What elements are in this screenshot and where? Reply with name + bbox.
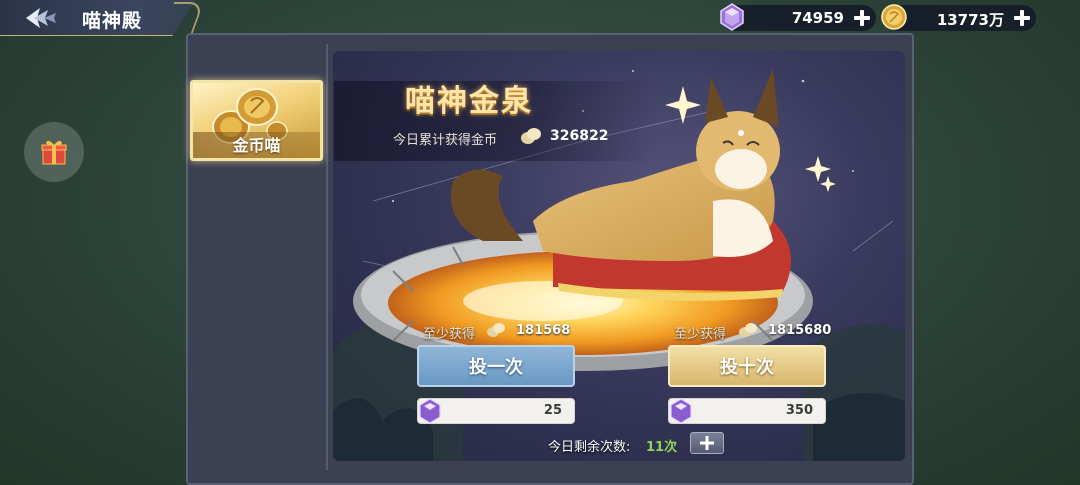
- remaining-attempts-value: 11次: [646, 440, 678, 455]
- tab-gold-cat[interactable]: 金币喵: [190, 80, 323, 161]
- purple-gem-icon: [716, 1, 748, 33]
- purple-gem-icon: [670, 398, 692, 424]
- draw-once-button[interactable]: 投一次: [417, 345, 575, 387]
- purple-gem-icon: [419, 398, 441, 424]
- cost-value-once: 25: [543, 403, 562, 418]
- back-arrow-icon: [26, 8, 56, 28]
- gem-currency: 74959: [720, 3, 876, 31]
- min-gain-value-ten: 1815680: [768, 323, 832, 338]
- daily-total-value: 326822: [550, 128, 609, 144]
- coin-count: 13773万: [936, 11, 1004, 29]
- coin-icon: [487, 323, 505, 337]
- coin-icon: [739, 323, 757, 337]
- min-gain-value-once: 181568: [516, 323, 571, 338]
- gift-box-icon: [41, 140, 67, 165]
- back-button[interactable]: [24, 4, 58, 32]
- coin-currency: 13773万: [881, 4, 1036, 31]
- gold-coin-icon: [878, 1, 910, 33]
- cost-bar-once: 25: [417, 398, 575, 424]
- daily-total-label: 今日累计获得金币: [393, 133, 498, 148]
- add-attempts-button[interactable]: [690, 432, 724, 454]
- draw-ten-label: 投十次: [720, 357, 774, 378]
- gift-button[interactable]: [24, 122, 84, 182]
- draw-once-label: 投一次: [469, 357, 523, 378]
- min-gain-label-ten: 至少获得: [674, 327, 727, 342]
- tab-label: 金币喵: [232, 136, 281, 155]
- remaining-attempts-label: 今日剩余次数:: [548, 440, 631, 455]
- add-coins-button[interactable]: [1012, 8, 1032, 28]
- add-gems-button[interactable]: [852, 8, 872, 28]
- sidebar-divider: [326, 44, 328, 470]
- cost-bar-ten: 350: [668, 398, 826, 424]
- fountain-title: 喵神金泉: [405, 84, 533, 119]
- gem-count: 74959: [791, 9, 844, 27]
- draw-ten-button[interactable]: 投十次: [668, 345, 826, 387]
- cost-value-ten: 350: [785, 403, 813, 418]
- coin-icon: [521, 128, 541, 144]
- page-title: 喵神殿: [82, 10, 143, 32]
- min-gain-label-once: 至少获得: [423, 327, 476, 342]
